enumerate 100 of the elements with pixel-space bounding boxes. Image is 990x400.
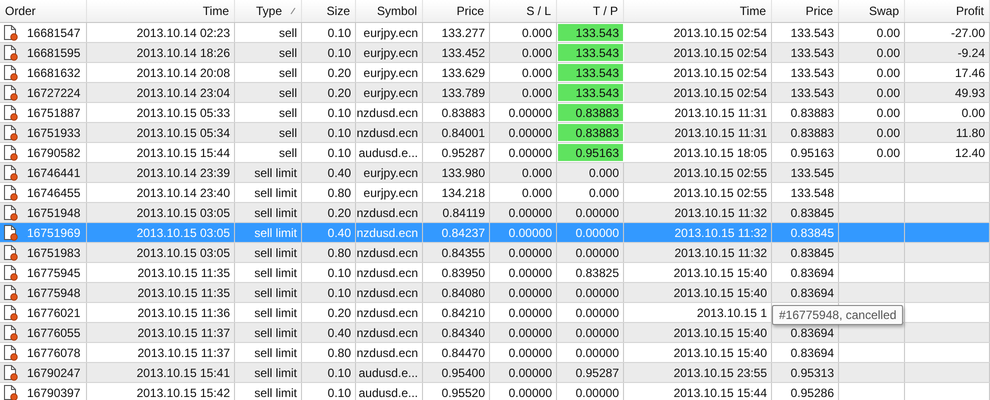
order-row[interactable]: 16681595 2013.10.14 18:26 sell 0.10 eurjpy.ecn 133.452 0.000 133.543 2013.10.15 02:54 133.543 0.00 -9.24	[0, 43, 990, 63]
table-cell: eurjpy.ecn	[356, 163, 423, 182]
column-header[interactable]: Size	[302, 0, 356, 22]
table-cell: eurjpy.ecn	[356, 83, 423, 102]
order-row[interactable]: 16746455 2013.10.14 23:40 sell limit 0.80 eurjpy.ecn 134.218 0.000 0.000 2013.10.15 02:55 133.548	[0, 183, 990, 203]
document-icon	[3, 184, 19, 201]
table-cell: 0.10	[302, 123, 356, 142]
table-cell: 2013.10.15 15:40	[624, 263, 772, 282]
table-cell: 0.95313	[772, 363, 839, 382]
table-cell: 2013.10.14 20:08	[87, 63, 235, 82]
table-cell: 0.000	[557, 163, 624, 182]
table-cell: 2013.10.15 03:05	[87, 223, 235, 242]
table-cell: 0.95287	[423, 143, 490, 162]
document-icon	[3, 204, 19, 221]
table-cell: 0.84340	[423, 323, 490, 342]
table-cell: 12.40	[905, 143, 990, 162]
table-cell: 16790397	[0, 383, 87, 400]
table-cell: 0.00000	[557, 203, 624, 222]
table-cell: 133.545	[772, 163, 839, 182]
order-row[interactable]: 16751948 2013.10.15 03:05 sell limit 0.20 nzdusd.ecn 0.84119 0.00000 0.00000 2013.10.15 11:32 0.83845	[0, 203, 990, 223]
table-cell: 2013.10.15 11:36	[87, 303, 235, 322]
column-header[interactable]: Order	[0, 0, 87, 22]
column-header[interactable]: Time	[87, 0, 235, 22]
order-row[interactable]: 16775948 2013.10.15 11:35 sell limit 0.10 nzdusd.ecn 0.84080 0.00000 0.00000 2013.10.15 15:40 0.83694	[0, 283, 990, 303]
table-cell: 0.20	[302, 203, 356, 222]
table-cell: 0.00000	[490, 223, 557, 242]
table-cell: 0.00000	[557, 383, 624, 400]
order-row[interactable]: 16751983 2013.10.15 03:05 sell limit 0.80 nzdusd.ecn 0.84355 0.00000 0.00000 2013.10.15 11:32 0.83845	[0, 243, 990, 263]
order-row[interactable]: 16776055 2013.10.15 11:37 sell limit 0.40 nzdusd.ecn 0.84340 0.00000 0.00000 2013.10.15 15:40 0.83694	[0, 323, 990, 343]
column-header[interactable]: Time	[624, 0, 772, 22]
table-cell: 0.95287	[557, 363, 624, 382]
table-cell: 0.000	[557, 183, 624, 202]
table-cell: 0.10	[302, 383, 356, 400]
column-header[interactable]: Profit	[905, 0, 990, 22]
table-cell: 0.84080	[423, 283, 490, 302]
table-cell: 2013.10.15 11:35	[87, 283, 235, 302]
table-cell: 16751969	[0, 223, 87, 242]
table-cell: 16746455	[0, 183, 87, 202]
table-cell: 0.40	[302, 223, 356, 242]
document-icon	[3, 44, 19, 61]
table-cell: 0.84210	[423, 303, 490, 322]
table-cell: 0.10	[302, 23, 356, 42]
table-cell: eurjpy.ecn	[356, 183, 423, 202]
table-cell: 2013.10.15 15:44	[624, 383, 772, 400]
table-cell: 0.84470	[423, 343, 490, 362]
column-header[interactable]: Price	[772, 0, 839, 22]
table-cell: sell	[235, 63, 302, 82]
order-row[interactable]: 16775945 2013.10.15 11:35 sell limit 0.10 nzdusd.ecn 0.83950 0.00000 0.83825 2013.10.15 15:40 0.83694	[0, 263, 990, 283]
table-cell: 0.00	[839, 103, 905, 122]
table-cell: 0.00	[839, 143, 905, 162]
table-cell: 0.95400	[423, 363, 490, 382]
table-cell: sell limit	[235, 203, 302, 222]
table-cell: 0.83845	[772, 223, 839, 242]
table-cell: 0.10	[302, 103, 356, 122]
table-cell: 0.83694	[772, 263, 839, 282]
order-row[interactable]: 16776078 2013.10.15 11:37 sell limit 0.80 nzdusd.ecn 0.84470 0.00000 0.00000 2013.10.15 15:40 0.83694	[0, 343, 990, 363]
table-cell: 2013.10.15 15:42	[87, 383, 235, 400]
order-row[interactable]: 16727224 2013.10.14 23:04 sell 0.20 eurjpy.ecn 133.789 0.000 133.543 2013.10.15 02:54 133.543 0.00 49.93	[0, 83, 990, 103]
table-cell: sell limit	[235, 243, 302, 262]
table-cell: 16775945	[0, 263, 87, 282]
table-cell: 0.00000	[490, 263, 557, 282]
order-row[interactable]: 16681632 2013.10.14 20:08 sell 0.20 eurjpy.ecn 133.629 0.000 133.543 2013.10.15 02:54 133.543 0.00 17.46	[0, 63, 990, 83]
table-cell: 16751983	[0, 243, 87, 262]
table-cell: -27.00	[905, 23, 990, 42]
order-row[interactable]: 16790582 2013.10.15 15:44 sell 0.10 audusd.e... 0.95287 0.00000 0.95163 2013.10.15 18:05 0.95163 0.00 12.40	[0, 143, 990, 163]
column-header[interactable]: Swap	[839, 0, 905, 22]
document-icon	[3, 24, 19, 41]
table-cell: nzdusd.ecn	[356, 103, 423, 122]
table-cell: 0.000	[490, 183, 557, 202]
table-cell: 133.543	[772, 43, 839, 62]
table-cell: 0.00000	[557, 283, 624, 302]
document-icon	[3, 64, 19, 81]
table-cell: 2013.10.15 18:05	[624, 143, 772, 162]
table-cell: audusd.e...	[356, 143, 423, 162]
order-row[interactable]: 16751933 2013.10.15 05:34 sell 0.10 nzdusd.ecn 0.84001 0.00000 0.83883 2013.10.15 11:31 0.83883 0.00 11.80	[0, 123, 990, 143]
column-header[interactable]: T / P	[557, 0, 624, 22]
order-row[interactable]: 16790247 2013.10.15 15:41 sell limit 0.10 audusd.e... 0.95400 0.00000 0.95287 2013.10.15 23:55 0.95313	[0, 363, 990, 383]
order-row[interactable]: 16746441 2013.10.14 23:39 sell limit 0.40 eurjpy.ecn 133.980 0.000 0.000 2013.10.15 02:55 133.545	[0, 163, 990, 183]
table-cell: sell limit	[235, 363, 302, 382]
table-cell: 0.83845	[772, 203, 839, 222]
column-header[interactable]: S / L	[490, 0, 557, 22]
table-cell: 2013.10.14 23:39	[87, 163, 235, 182]
table-cell: 2013.10.15 03:05	[87, 243, 235, 262]
table-cell: 16790582	[0, 143, 87, 162]
table-cell: 0.80	[302, 343, 356, 362]
document-icon	[3, 164, 19, 181]
document-icon	[3, 344, 19, 361]
column-header[interactable]: Symbol	[356, 0, 423, 22]
table-cell: 16751933	[0, 123, 87, 142]
order-row[interactable]: 16681547 2013.10.14 02:23 sell 0.10 eurjpy.ecn 133.277 0.000 133.543 2013.10.15 02:54 133.543 0.00 -27.00	[0, 23, 990, 43]
table-cell: 2013.10.15 05:33	[87, 103, 235, 122]
document-icon	[3, 364, 19, 381]
order-row[interactable]: 16751887 2013.10.15 05:33 sell 0.10 nzdusd.ecn 0.83883 0.00000 0.83883 2013.10.15 11:31 0.83883 0.00 0.00	[0, 103, 990, 123]
column-header[interactable]: Type	[235, 0, 302, 22]
table-cell: sell	[235, 103, 302, 122]
table-cell: sell	[235, 123, 302, 142]
table-cell: 2013.10.15 11:31	[624, 123, 772, 142]
table-cell: 133.548	[772, 183, 839, 202]
column-header[interactable]: Price	[423, 0, 490, 22]
table-cell: 16790247	[0, 363, 87, 382]
